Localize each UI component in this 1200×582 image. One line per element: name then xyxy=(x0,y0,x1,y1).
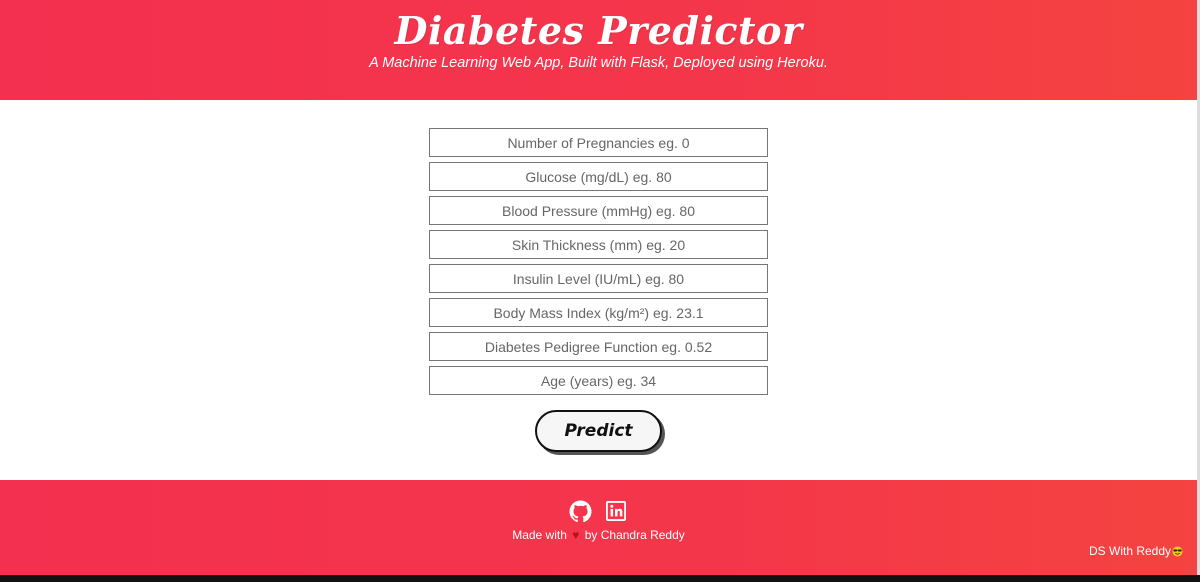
brand-text: DS With Reddy xyxy=(1089,544,1172,558)
social-links xyxy=(569,500,629,524)
insulin-input[interactable] xyxy=(429,264,768,293)
made-with-prefix: Made with xyxy=(512,528,567,542)
linkedin-icon[interactable] xyxy=(605,500,629,523)
sunglasses-emoji-icon xyxy=(1172,546,1183,560)
pregnancies-input[interactable] xyxy=(429,128,768,157)
bmi-input[interactable] xyxy=(429,298,768,327)
footer: Made with ♥ by Chandra Reddy DS With Red… xyxy=(0,480,1197,575)
heart-icon: ♥ xyxy=(572,528,580,542)
github-icon[interactable] xyxy=(569,500,592,523)
made-with-credit: Made with ♥ by Chandra Reddy xyxy=(0,528,1197,542)
brand-label: DS With Reddy xyxy=(1089,544,1183,560)
made-with-suffix: by Chandra Reddy xyxy=(584,528,685,542)
glucose-input[interactable] xyxy=(429,162,768,191)
prediction-form xyxy=(429,128,768,400)
blood-pressure-input[interactable] xyxy=(429,196,768,225)
age-input[interactable] xyxy=(429,366,768,395)
page-title: Diabetes Predictor xyxy=(394,8,803,53)
skin-thickness-input[interactable] xyxy=(429,230,768,259)
pedigree-function-input[interactable] xyxy=(429,332,768,361)
header: Diabetes Predictor A Machine Learning We… xyxy=(0,0,1197,100)
bottom-edge xyxy=(0,575,1200,582)
predict-button[interactable]: Predict xyxy=(535,410,662,452)
page-subtitle: A Machine Learning Web App, Built with F… xyxy=(369,55,828,71)
